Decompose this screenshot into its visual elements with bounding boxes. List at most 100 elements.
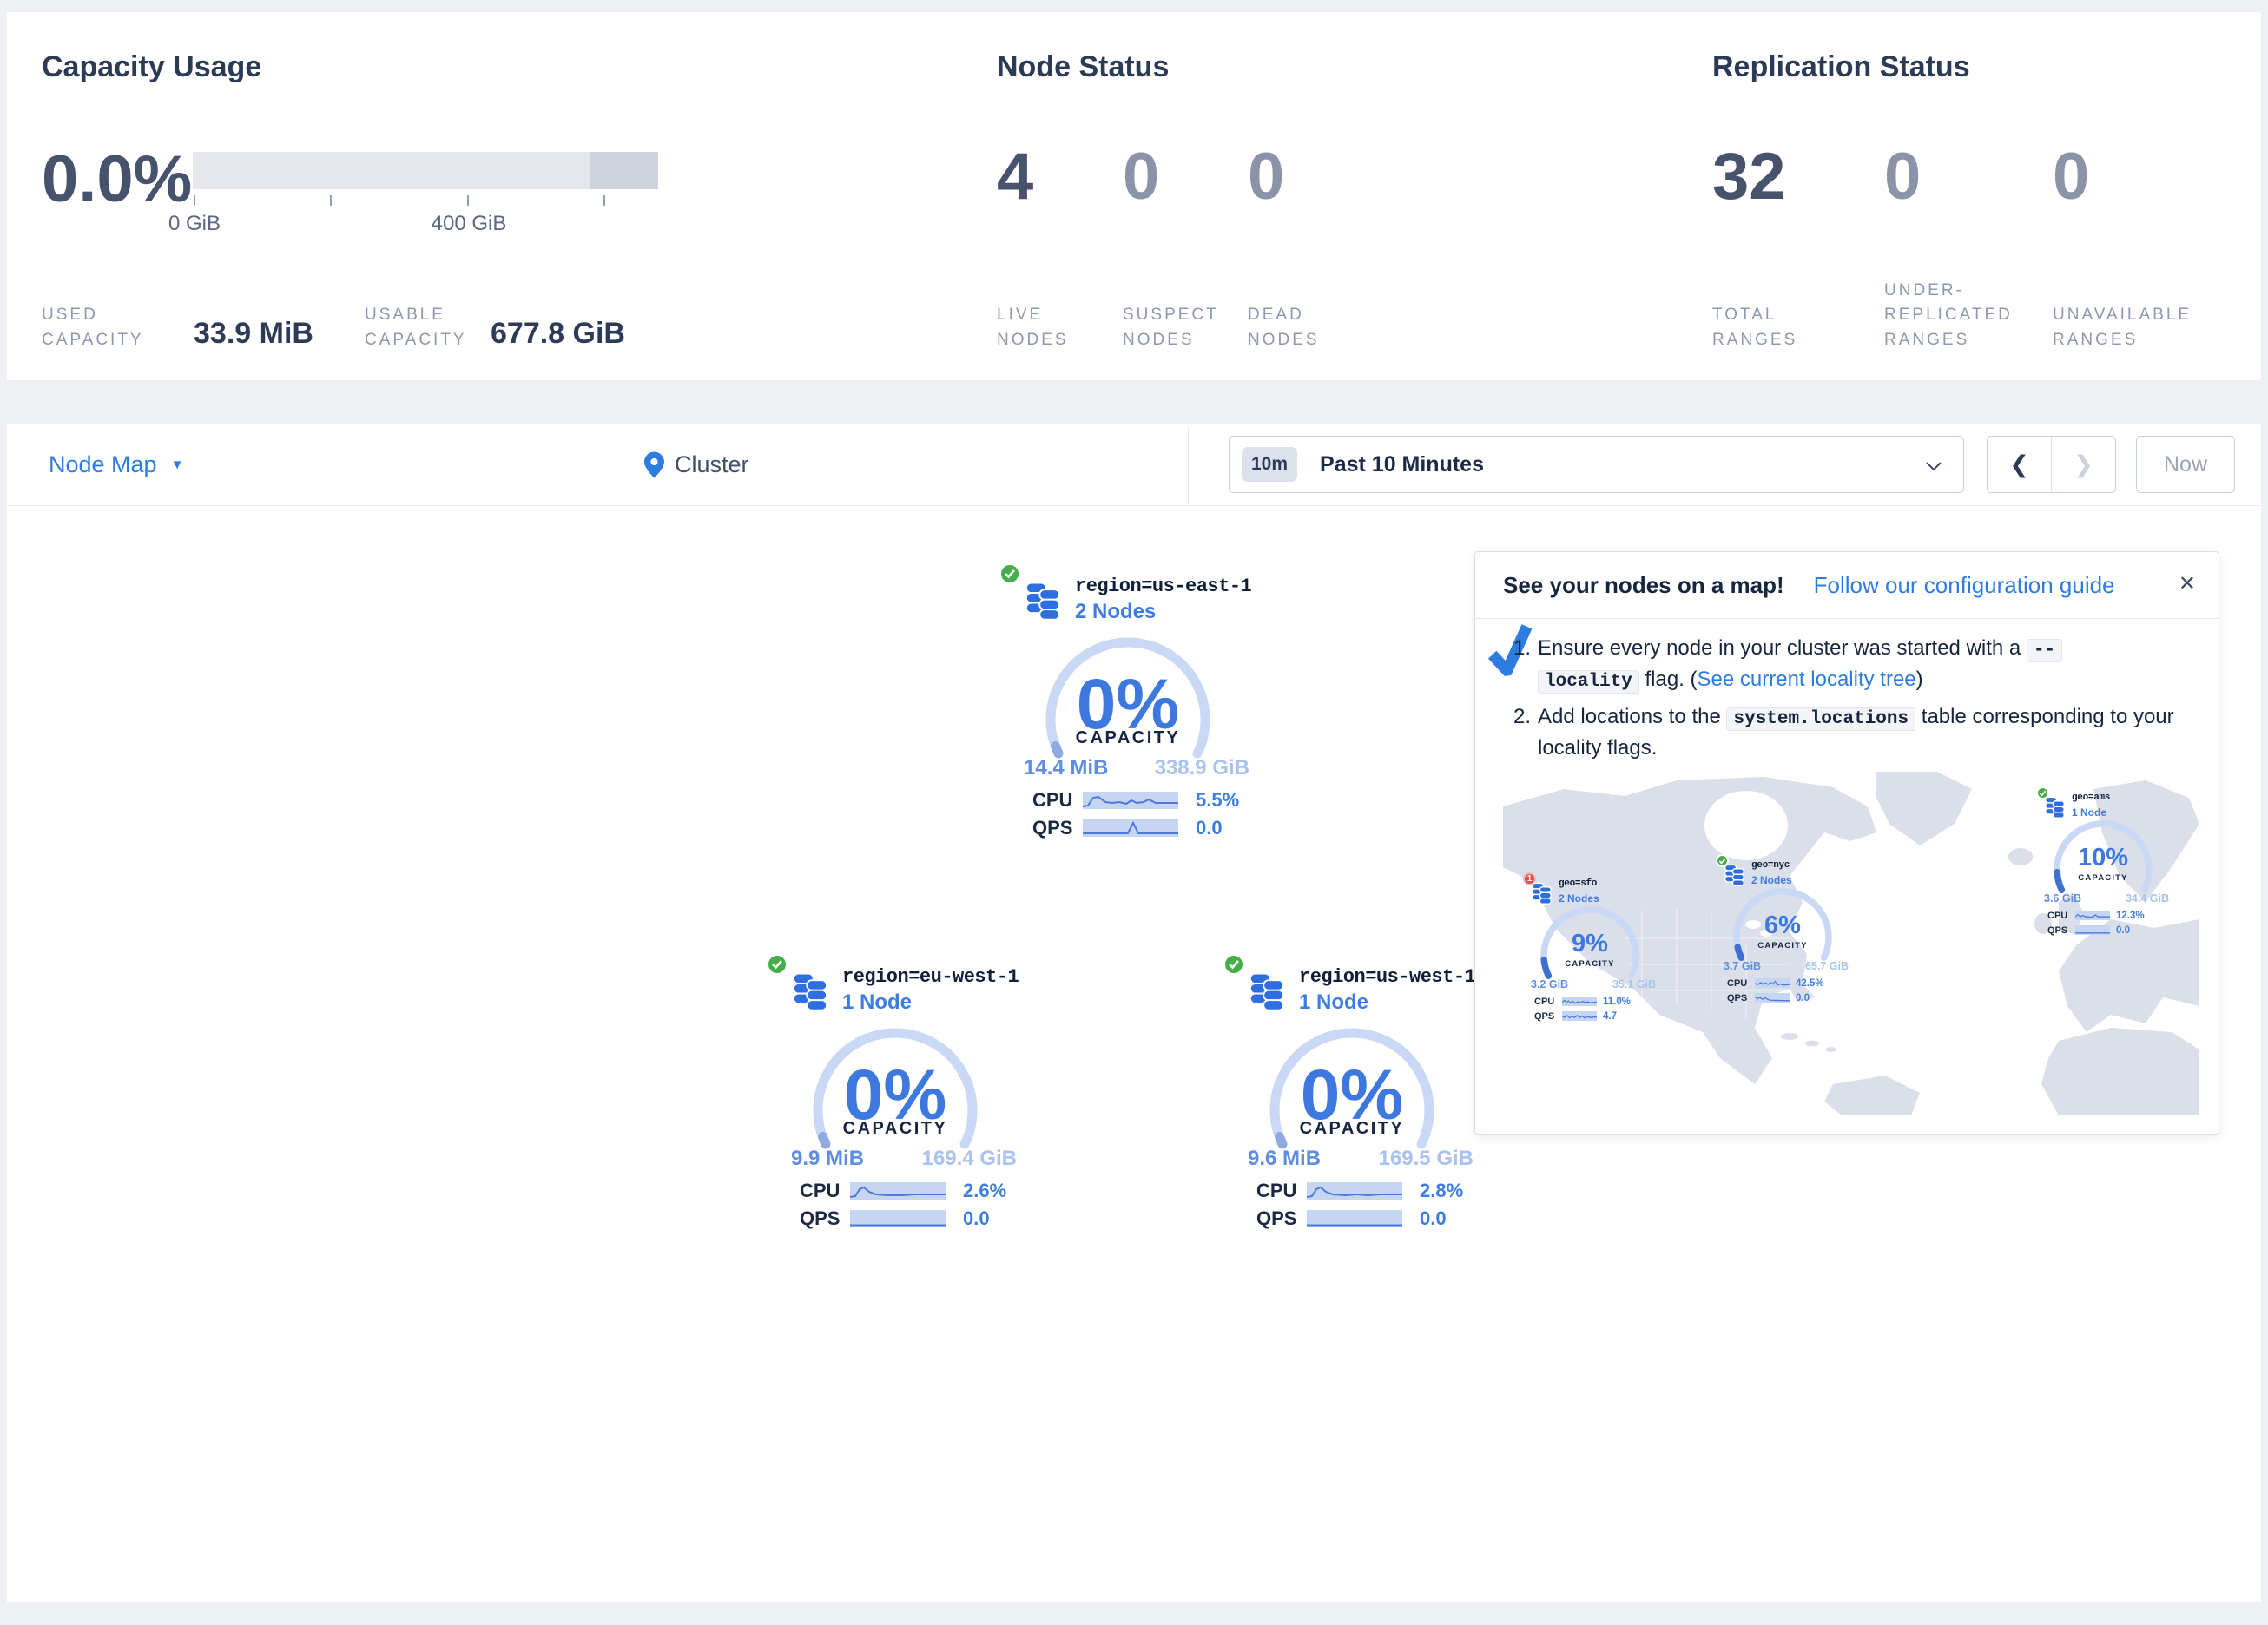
capacity-caption: CAPACITY — [1265, 1119, 1439, 1139]
qps-label: QPS — [1032, 817, 1083, 839]
node-count-label: 1 Node — [2072, 806, 2106, 819]
view-selector-dropdown[interactable]: Node Map ▼ — [49, 424, 183, 506]
node-status-title: Node Status — [997, 50, 1169, 84]
database-icon — [2044, 796, 2066, 819]
time-range-badge: 10m — [1242, 447, 1297, 482]
cpu-sparkline — [1562, 997, 1597, 1006]
qps-sparkline — [1307, 1210, 1402, 1227]
breadcrumb-label: Cluster — [675, 451, 749, 478]
total-ranges-label: TOTAL RANGES — [1712, 303, 1851, 352]
qps-value: 0.0 — [1196, 817, 1223, 839]
cpu-value: 42.5% — [1796, 978, 1824, 989]
qps-sparkline — [850, 1210, 946, 1227]
total-value: 34.4 GiB — [2126, 892, 2169, 905]
node-count-label: 2 Nodes — [1075, 600, 1156, 624]
under-replicated-count: 0 — [1884, 144, 1921, 210]
locality-flag-code: locality — [1538, 670, 1639, 694]
step-text: Add locations to the system.locations ta… — [1538, 702, 2191, 762]
time-range-select[interactable]: 10m Past 10 Minutes — [1229, 436, 1964, 493]
time-next-button[interactable]: ❯ — [2052, 437, 2115, 492]
capacity-tick — [194, 195, 195, 206]
used-value: 14.4 MiB — [1024, 756, 1108, 780]
capacity-bar — [193, 152, 658, 189]
step-number: 1. — [1513, 634, 1538, 696]
popup-step-1: 1. Ensure every node in your cluster was… — [1513, 634, 2191, 696]
locality-tree-link[interactable]: See current locality tree — [1698, 668, 1916, 691]
suspect-nodes-label: SUSPECT NODES — [1123, 303, 1236, 352]
capacity-tick-label-0: 0 GiB — [142, 212, 247, 236]
live-nodes-label: LIVE NODES — [997, 303, 1110, 352]
configuration-guide-link[interactable]: Follow our configuration guide — [1814, 572, 2115, 599]
time-prev-button[interactable]: ❮ — [1988, 437, 2052, 492]
breadcrumb-cluster[interactable]: Cluster — [644, 424, 749, 506]
example-map-preview: 1 geo=sfo 2 Nodes 9% CAPACITY — [1503, 772, 2199, 1115]
database-icon — [1024, 581, 1062, 621]
used-value: 3.7 GiB — [1724, 960, 1761, 972]
healthy-check-icon — [1223, 954, 1244, 975]
dead-nodes-label: DEAD NODES — [1248, 303, 1361, 352]
cluster-overview-page: Capacity Usage 0.0% 0 GiB 400 GiB USED C… — [0, 0, 2268, 1625]
qps-sparkline — [2075, 925, 2110, 935]
capacity-usage-title: Capacity Usage — [42, 50, 261, 84]
capacity-caption: CAPACITY — [1538, 959, 1642, 969]
location-pin-icon — [644, 451, 664, 478]
region-label: geo=ams — [2072, 793, 2110, 803]
capacity-tick — [467, 195, 469, 206]
used-capacity-label: USED CAPACITY — [42, 303, 172, 352]
time-range-label: Past 10 Minutes — [1320, 452, 1484, 477]
now-button[interactable]: Now — [2136, 436, 2235, 493]
live-nodes-count: 4 — [997, 144, 1033, 210]
map-toolbar: Node Map ▼ Cluster 10m Past 10 Minutes ❮… — [7, 424, 2261, 506]
node-card-us-east-1[interactable]: region=us-east-1 2 Nodes 0% CAPACITY 14.… — [989, 560, 1267, 851]
qps-label: QPS — [1256, 1207, 1307, 1230]
capacity-percent-value: 6% — [1731, 913, 1835, 938]
node-map-onboarding-popup: See your nodes on a map! Follow our conf… — [1474, 551, 2219, 1135]
total-value: 338.9 GiB — [1155, 756, 1249, 780]
toolbar-divider — [1188, 427, 1189, 503]
region-label: region=us-east-1 — [1075, 576, 1251, 597]
cpu-label: CPU — [800, 1180, 850, 1202]
cpu-value: 2.6% — [963, 1180, 1006, 1202]
total-ranges-count: 32 — [1712, 144, 1786, 210]
cpu-label: CPU — [1727, 978, 1755, 989]
database-icon — [1248, 971, 1286, 1011]
qps-sparkline — [1083, 819, 1178, 837]
qps-value: 0.0 — [2116, 925, 2130, 936]
close-icon[interactable]: ✕ — [2179, 571, 2196, 596]
node-card-us-west-1[interactable]: region=us-west-1 1 Node 0% CAPACITY 9.6 … — [1213, 951, 1491, 1241]
cpu-label: CPU — [1032, 789, 1083, 812]
under-replicated-label: UNDER-REPLICATED RANGES — [1884, 279, 2030, 353]
popup-header: See your nodes on a map! Follow our conf… — [1475, 552, 2219, 619]
node-count-label: 2 Nodes — [1751, 874, 1792, 886]
replication-status-title: Replication Status — [1712, 50, 1970, 84]
total-value: 169.5 GiB — [1379, 1147, 1474, 1171]
node-card-eu-west-1[interactable]: region=eu-west-1 1 Node 0% CAPACITY 9.9 … — [756, 951, 1034, 1241]
locality-flag-code: -- — [2027, 639, 2062, 662]
used-capacity-value: 33.9 MiB — [194, 317, 313, 351]
region-label: geo=nyc — [1751, 860, 1790, 871]
used-value: 9.6 MiB — [1248, 1147, 1321, 1171]
capacity-tick — [603, 195, 605, 206]
chevron-down-icon — [1925, 461, 1942, 471]
step-text: Ensure every node in your cluster was st… — [1538, 634, 2062, 696]
cpu-sparkline — [2075, 911, 2110, 920]
map-node-card-sfo: 1 geo=sfo 2 Nodes 9% CAPACITY — [1520, 869, 1659, 1025]
capacity-caption: CAPACITY — [1731, 941, 1835, 951]
healthy-check-icon — [999, 563, 1020, 584]
healthy-check-icon — [767, 954, 788, 975]
total-value: 169.4 GiB — [922, 1147, 1017, 1171]
unavailable-count: 0 — [2053, 144, 2089, 210]
system-locations-code: system.locations — [1726, 707, 1915, 731]
usable-capacity-label: USABLE CAPACITY — [365, 303, 495, 352]
qps-value: 4.7 — [1603, 1011, 1617, 1022]
capacity-caption: CAPACITY — [2051, 873, 2155, 883]
database-icon — [791, 971, 829, 1011]
capacity-percent-value: 9% — [1538, 931, 1642, 957]
popup-title: See your nodes on a map! — [1503, 572, 1784, 599]
region-label: region=eu-west-1 — [842, 966, 1019, 988]
database-icon — [1531, 882, 1553, 905]
qps-label: QPS — [2047, 925, 2075, 936]
capacity-bar-used-segment — [590, 152, 658, 189]
total-value: 65.7 GiB — [1805, 960, 1849, 972]
qps-value: 0.0 — [963, 1207, 990, 1230]
